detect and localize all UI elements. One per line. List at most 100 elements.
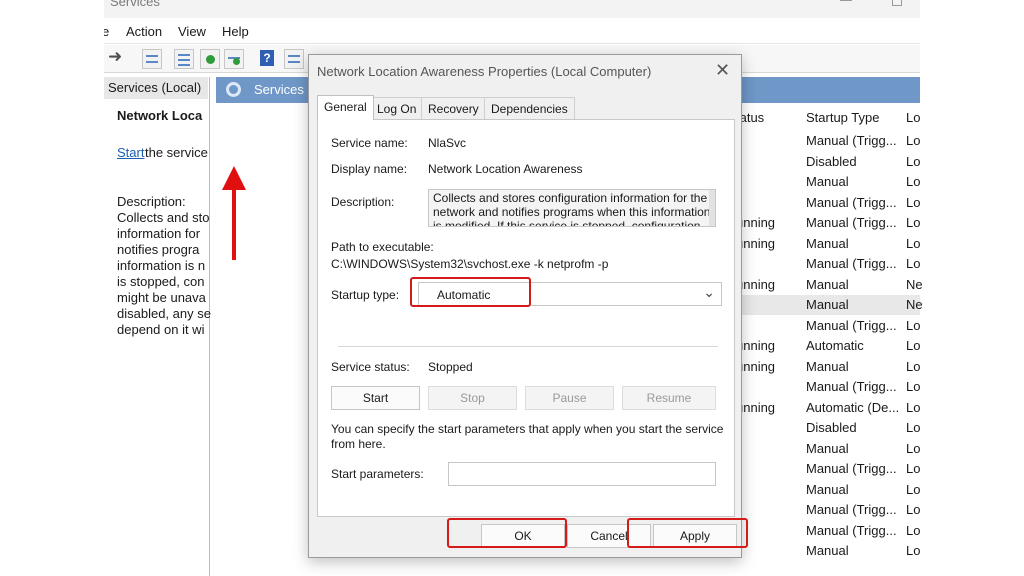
menu-view[interactable]: View [178,24,206,39]
general-tab-panel: Service name: NlaSvc Display name: Netwo… [317,119,735,517]
dialog-title: Network Location Awareness Properties (L… [317,64,652,79]
description-line: notifies progra [117,242,200,257]
resume-button[interactable]: Resume [622,386,716,410]
menu-file[interactable]: e [104,24,109,39]
chevron-down-icon: ⌄ [703,284,715,300]
refresh-icon[interactable] [200,49,220,69]
description-line: depend on it wi [117,322,205,337]
service-row-log-on-as: Lo [906,153,921,169]
title-bar: Services [104,0,920,18]
tab-general[interactable]: General [317,95,374,120]
service-row-log-on-as: Lo [906,543,921,558]
column-header-log-on-as[interactable]: Lo [906,110,920,125]
service-row[interactable]: Manual Lo [736,172,920,192]
service-name-label: Service name: [331,136,408,150]
service-row[interactable]: Manual (Trigg... Lo [736,316,920,336]
service-row-startup-type: Manual [806,481,849,497]
service-row-log-on-as: Lo [906,522,921,538]
tree-item-services-local[interactable]: Services (Local) [104,77,208,99]
description-line: is stopped, con [117,274,205,289]
description-line: might be unava [117,290,206,305]
start-params-help-line: from here. [331,437,386,451]
service-row[interactable]: Manual (Trigg... Lo [736,459,920,479]
service-row-log-on-as: Ne [906,297,923,312]
description-label: Description: [117,194,186,209]
service-row[interactable]: unning Manual (Trigg... Lo [736,213,920,233]
service-row-startup-type: Disabled [806,153,857,169]
service-row-log-on-as: Lo [906,338,921,353]
service-row[interactable]: unning Manual Ne [736,275,923,295]
tab-recovery[interactable]: Recovery [421,97,486,119]
service-row[interactable]: Disabled Lo [736,152,920,172]
service-row-startup-type: Manual [806,440,849,456]
description-scrollbar[interactable] [709,190,715,226]
tab-dependencies[interactable]: Dependencies [484,97,575,119]
service-row[interactable]: unning Manual Lo [736,234,920,254]
service-row-startup-type: Manual (Trigg... [806,502,897,517]
menu-help[interactable]: Help [222,24,249,39]
column-header-startup-type[interactable]: Startup Type [806,110,879,125]
service-row[interactable]: Manual (Trigg... Lo [736,521,920,541]
service-row[interactable]: unning Automatic (De... Lo [736,398,920,418]
properties-icon[interactable] [174,49,194,69]
description-textbox[interactable]: Collects and stores configuration inform… [428,189,716,227]
pause-button[interactable]: Pause [525,386,614,410]
service-row[interactable]: Manual (Trigg... Lo [736,254,920,274]
service-row-log-on-as: Lo [906,481,921,497]
service-row[interactable]: Manual Lo [736,480,920,500]
service-row-startup-type: Manual [806,276,849,292]
start-params-input[interactable] [448,462,716,486]
divider [338,346,718,347]
close-icon[interactable]: ✕ [715,61,730,79]
display-name-value: Network Location Awareness [428,162,583,176]
annotation-arrow-head [222,166,246,190]
start-service-link[interactable]: Start [117,145,144,160]
service-row[interactable]: Manual (Trigg... Lo [736,193,920,213]
service-row-startup-type: Manual [806,358,849,374]
help-icon[interactable]: ? [258,49,278,69]
service-row-startup-type: Manual (Trigg... [806,522,897,538]
description-label: Description: [331,195,395,209]
service-row[interactable]: Manual (Trigg... Lo [736,377,920,397]
service-row-startup-type: Automatic (De... [806,399,900,415]
service-row-log-on-as: Lo [906,215,921,230]
service-detail-name: Network Loca [117,108,203,123]
service-row-log-on-as: Lo [906,461,921,476]
service-row[interactable]: Manual Lo [736,541,920,561]
service-row[interactable]: Manual (Trigg... Lo [736,131,920,151]
service-row-log-on-as: Ne [906,276,923,292]
service-row[interactable]: unning Automatic Lo [736,336,920,356]
path-label: Path to executable: [331,240,434,254]
minimize-icon[interactable] [840,0,852,1]
service-row-startup-type: Manual [806,174,849,189]
service-row[interactable]: Manual Lo [736,439,920,459]
service-row-log-on-as: Lo [906,133,921,148]
maximize-icon[interactable] [892,0,902,6]
service-row[interactable]: unning Manual Lo [736,357,920,377]
service-row-log-on-as: Lo [906,399,921,415]
service-row[interactable]: Disabled Lo [736,418,920,438]
service-row-startup-type: Manual (Trigg... [806,317,897,333]
stop-button[interactable]: Stop [428,386,517,410]
ok-highlight [447,518,567,548]
dialog-tabs: General Log On Recovery Dependencies [317,95,735,120]
tab-log-on[interactable]: Log On [370,97,424,119]
description-line: information for [117,226,201,241]
forward-icon[interactable]: ➜ [108,47,122,67]
menu-action[interactable]: Action [126,24,162,39]
display-name-label: Display name: [331,162,408,176]
startup-type-label: Startup type: [331,288,400,302]
export-list-icon[interactable] [224,49,244,69]
annotation-arrow-shaft [232,188,236,260]
service-status-value: Stopped [428,360,473,374]
description-line: information is n [117,258,206,273]
description-line: Collects and sto [117,210,210,225]
console-icon[interactable] [284,49,304,69]
show-hide-tree-icon[interactable] [142,49,162,69]
service-name-value: NlaSvc [428,136,467,150]
start-button[interactable]: Start [331,386,420,410]
service-row[interactable]: Manual (Trigg... Lo [736,500,920,520]
service-row[interactable]: Manual Ne [736,295,923,315]
service-row-startup-type: Manual (Trigg... [806,256,897,271]
service-row-log-on-as: Lo [906,256,921,271]
